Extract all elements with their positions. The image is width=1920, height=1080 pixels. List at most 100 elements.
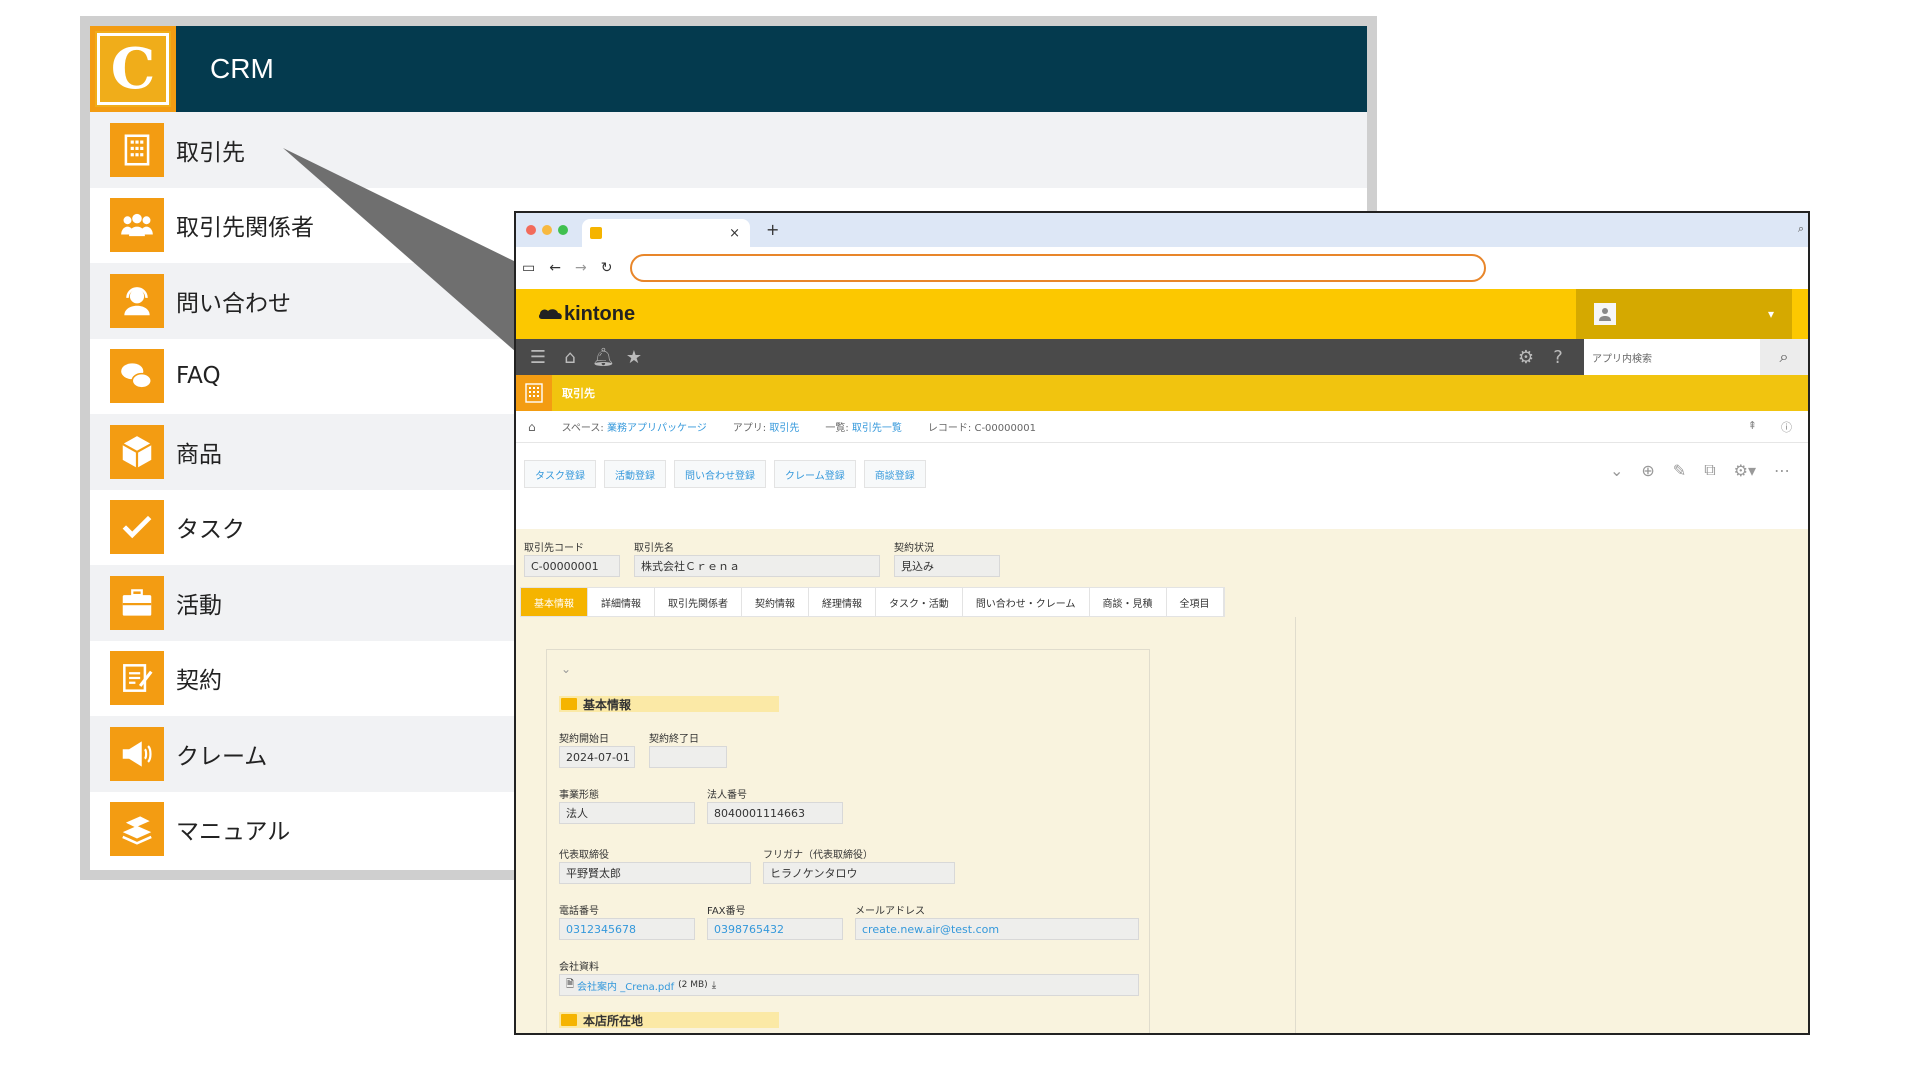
tab-accounting-info[interactable]: 経理情報 bbox=[809, 588, 876, 616]
crm-item-label: 活動 bbox=[176, 592, 222, 619]
maximize-window-icon[interactable] bbox=[558, 225, 568, 235]
minimize-window-icon[interactable] bbox=[542, 225, 552, 235]
activity-register-button[interactable]: 活動登録 bbox=[604, 460, 666, 488]
bell-icon[interactable]: 🔔︎ bbox=[592, 347, 615, 368]
breadcrumb-tools: ⇞ ⓘ bbox=[1748, 419, 1792, 435]
settings-gear-icon[interactable]: ⚙▾ bbox=[1734, 461, 1756, 480]
browser-nav-bar: ▭ ← → ↻ bbox=[516, 247, 1808, 289]
tab-all-fields[interactable]: 全項目 bbox=[1167, 588, 1224, 616]
phone-field[interactable]: 0312345678 bbox=[559, 918, 695, 940]
section-head-office: 本店所在地 bbox=[559, 1012, 779, 1028]
file-size: (2 MB) bbox=[678, 980, 708, 990]
breadcrumb-list: 一覧: 取引先一覧 bbox=[813, 419, 916, 434]
new-tab-button[interactable]: + bbox=[766, 220, 779, 239]
menu-icon[interactable]: ☰ bbox=[528, 347, 548, 368]
user-menu[interactable]: ▾ bbox=[1576, 289, 1792, 339]
field-label: フリガナ（代表取締役） bbox=[763, 850, 873, 861]
chevron-down-icon[interactable]: ⌄ bbox=[1610, 461, 1623, 480]
kintone-logo[interactable]: kintone bbox=[538, 303, 635, 326]
star-icon[interactable]: ★ bbox=[624, 347, 644, 368]
megaphone-icon bbox=[110, 726, 164, 781]
info-icon[interactable]: ⓘ bbox=[1781, 419, 1792, 435]
gear-icon[interactable]: ⚙ bbox=[1516, 347, 1536, 368]
crm-item-label: 商品 bbox=[176, 441, 222, 468]
books-icon bbox=[110, 802, 164, 857]
home-icon[interactable]: ⌂ bbox=[560, 347, 580, 368]
tab-detail-info[interactable]: 詳細情報 bbox=[588, 588, 655, 616]
edit-icon[interactable]: ✎ bbox=[1673, 461, 1686, 480]
help-icon[interactable]: ? bbox=[1548, 347, 1568, 368]
contract-icon bbox=[110, 651, 164, 706]
building-icon bbox=[516, 375, 552, 411]
tab-close-icon[interactable]: × bbox=[729, 226, 740, 241]
check-icon bbox=[110, 500, 164, 555]
breadcrumb-space-link[interactable]: 業務アプリパッケージ bbox=[607, 423, 707, 434]
close-window-icon[interactable] bbox=[526, 225, 536, 235]
global-nav: ☰ ⌂ 🔔︎ ★ ⚙ ? アプリ内検索 ⌕ bbox=[516, 339, 1808, 375]
crm-logo: C bbox=[90, 26, 176, 112]
screen: C CRM 取引先 取引先関係者 問い合わせ FAQ 商品 タスク 活動 契約 … bbox=[0, 0, 1920, 1080]
download-icon[interactable]: ⤓ bbox=[712, 980, 716, 991]
address-bar[interactable] bbox=[630, 254, 1487, 282]
company-doc-link[interactable]: 会社案内 _Crena.pdf bbox=[577, 978, 674, 993]
pin-icon[interactable]: ⇞ bbox=[1748, 419, 1757, 435]
deal-register-button[interactable]: 商談登録 bbox=[863, 460, 926, 488]
record-detail: 取引先コード C-00000001 取引先名 株式会社Ｃｒｅｎａ 契約状況 見込… bbox=[516, 529, 1808, 1033]
breadcrumb-list-link[interactable]: 取引先一覧 bbox=[852, 423, 902, 434]
forward-icon[interactable]: → bbox=[575, 260, 587, 276]
browser-tab-bar: × + ⌕ bbox=[516, 213, 1808, 247]
global-nav-right: ⚙ ? アプリ内検索 ⌕ bbox=[1504, 339, 1808, 375]
pencil-icon bbox=[561, 698, 577, 710]
task-register-button[interactable]: タスク登録 bbox=[524, 460, 596, 488]
contract-end-field bbox=[649, 746, 727, 768]
crm-item-label: 契約 bbox=[176, 668, 222, 695]
add-record-icon[interactable]: ⊕ bbox=[1641, 461, 1654, 480]
field-label: 法人番号 bbox=[707, 790, 747, 801]
collapse-chevron-icon[interactable]: ⌄ bbox=[561, 662, 571, 676]
account-code-field: C-00000001 bbox=[524, 555, 620, 577]
crm-item-accounts[interactable]: 取引先 bbox=[90, 112, 1367, 188]
breadcrumb-space: スペース: 業務アプリパッケージ bbox=[550, 419, 721, 434]
field-label: メールアドレス bbox=[855, 906, 925, 917]
breadcrumb-home-icon[interactable]: ⌂ bbox=[516, 420, 550, 434]
reload-icon[interactable]: ↻ bbox=[601, 260, 613, 276]
field-label: 取引先名 bbox=[634, 543, 674, 554]
representative-field: 平野賢太郎 bbox=[559, 862, 751, 884]
people-icon bbox=[110, 198, 164, 253]
tab-tasks-activities[interactable]: タスク・活動 bbox=[876, 588, 963, 616]
tab-search-icon[interactable]: ⌕ bbox=[1798, 222, 1804, 236]
duplicate-icon[interactable]: ⧉ bbox=[1704, 460, 1715, 480]
field-label: 会社資料 bbox=[559, 962, 599, 973]
crm-item-label: クレーム bbox=[176, 743, 268, 770]
tab-inquiries-claims[interactable]: 問い合わせ・クレーム bbox=[963, 588, 1090, 616]
field-label: 契約開始日 bbox=[559, 734, 609, 745]
crm-item-label: 取引先 bbox=[176, 139, 245, 166]
email-field[interactable]: create.new.air@test.com bbox=[855, 918, 1139, 940]
crm-item-label: FAQ bbox=[176, 363, 221, 390]
app-title-bar: 取引先 bbox=[516, 375, 1808, 411]
basic-info-panel: ⌄ 基本情報 契約開始日 2024-07-01 契約終了日 事業形態 法人 法人… bbox=[546, 649, 1150, 1033]
browser-tab[interactable]: × bbox=[582, 219, 750, 247]
kintone-header: kintone ▾ bbox=[516, 289, 1808, 339]
crm-item-label: 取引先関係者 bbox=[176, 215, 314, 242]
user-avatar-icon bbox=[1594, 303, 1616, 325]
app-title: 取引先 bbox=[562, 387, 595, 400]
sidebar-toggle-icon[interactable]: ▭ bbox=[522, 260, 535, 276]
more-options-icon[interactable]: ⋯ bbox=[1774, 461, 1790, 480]
tab-contract-info[interactable]: 契約情報 bbox=[742, 588, 809, 616]
fax-field[interactable]: 0398765432 bbox=[707, 918, 843, 940]
tab-deals-quotes[interactable]: 商談・見積 bbox=[1090, 588, 1167, 616]
back-icon[interactable]: ← bbox=[549, 260, 561, 276]
search-icon[interactable]: ⌕ bbox=[1760, 339, 1808, 375]
tab-contacts[interactable]: 取引先関係者 bbox=[655, 588, 742, 616]
breadcrumb: ⌂ スペース: 業務アプリパッケージ アプリ: 取引先 一覧: 取引先一覧 レコ… bbox=[516, 411, 1808, 443]
breadcrumb-app-link[interactable]: 取引先 bbox=[769, 423, 799, 434]
crm-title: CRM bbox=[210, 53, 274, 84]
inquiry-register-button[interactable]: 問い合わせ登録 bbox=[674, 460, 766, 488]
tab-basic-info[interactable]: 基本情報 bbox=[521, 588, 588, 616]
app-search-input[interactable]: アプリ内検索 bbox=[1584, 339, 1760, 375]
claim-register-button[interactable]: クレーム登録 bbox=[774, 460, 856, 488]
record-tabs: 基本情報 詳細情報 取引先関係者 契約情報 経理情報 タスク・活動 問い合わせ・… bbox=[520, 587, 1225, 617]
business-type-field: 法人 bbox=[559, 802, 695, 824]
section-basic-info: 基本情報 bbox=[559, 696, 779, 712]
